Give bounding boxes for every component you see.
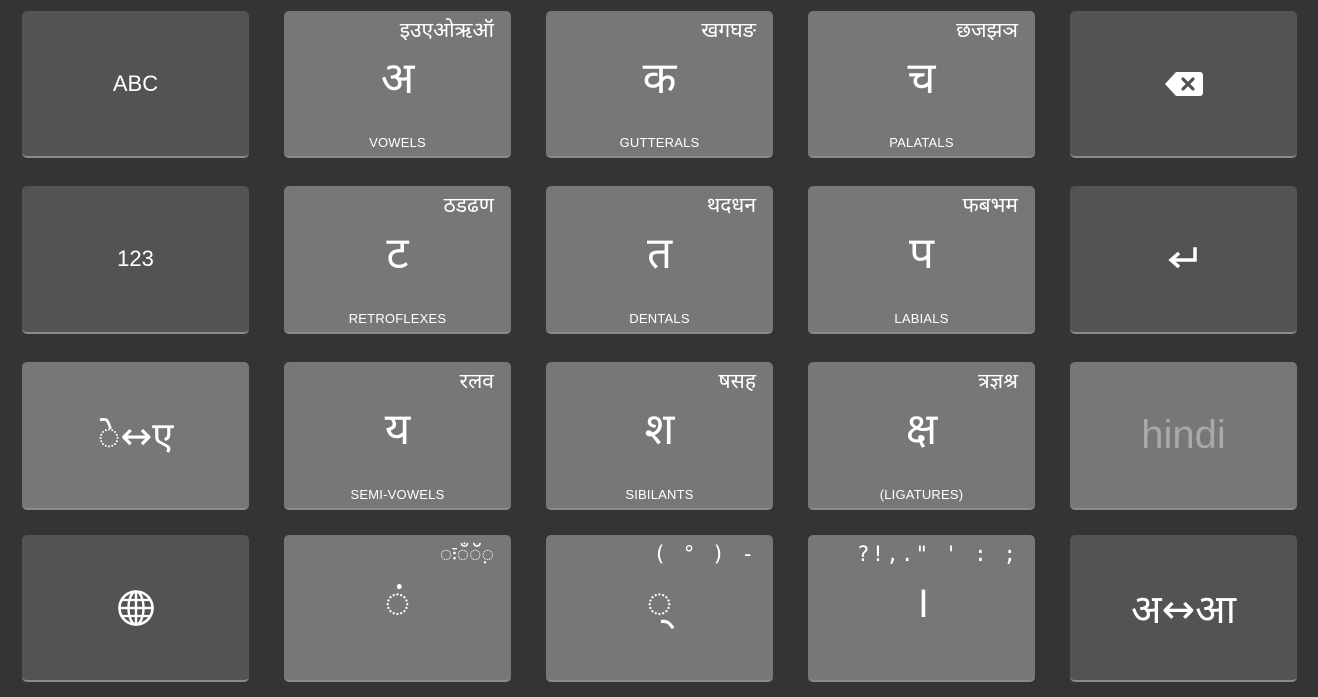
numbers-key[interactable]: 123	[22, 186, 249, 334]
labials-glyph: प	[909, 228, 934, 279]
dentals-key[interactable]: थदधन त DENTALS	[546, 186, 773, 334]
punctuation-virama-key[interactable]: ( ° ) - ◌्	[546, 535, 773, 682]
diacritics-hint: ◌ः◌ँ◌ॅ◌़	[439, 542, 494, 566]
matra-swap-label: ◌े↔ए	[97, 414, 174, 458]
danda-key[interactable]: ?!,." ' : ; ।	[808, 535, 1035, 682]
backspace-icon	[1164, 70, 1204, 98]
enter-icon	[1167, 246, 1201, 272]
sibilants-hint: षसह	[718, 369, 757, 393]
dentals-glyph: त	[646, 228, 673, 279]
abc-label: ABC	[112, 70, 159, 96]
vowels-hint: इउएओऋऑ	[399, 18, 494, 42]
palatals-caption: PALATALS	[889, 135, 954, 150]
vowel-swap-key[interactable]: अ↔आ	[1070, 535, 1297, 682]
gutterals-key[interactable]: खगघङ क GUTTERALS	[546, 11, 773, 158]
language-key[interactable]: hindi	[1070, 362, 1297, 510]
ligatures-glyph: क्ष	[905, 404, 938, 455]
semivowels-caption: SEMI-VOWELS	[350, 487, 445, 502]
vowels-glyph: अ	[380, 53, 415, 104]
numbers-label: 123	[117, 246, 154, 271]
dentals-caption: DENTALS	[629, 311, 690, 326]
palatals-glyph: च	[907, 53, 936, 104]
globe-icon	[117, 589, 155, 627]
enter-key[interactable]	[1070, 186, 1297, 334]
abc-key[interactable]: ABC	[22, 11, 249, 158]
ligatures-caption: (LIGATURES)	[879, 487, 964, 502]
retroflexes-caption: RETROFLEXES	[348, 311, 447, 326]
semivowels-hint: रलव	[459, 369, 494, 393]
globe-key[interactable]	[22, 535, 249, 682]
retroflexes-hint: ठडढण	[443, 193, 494, 217]
matra-swap-key[interactable]: ◌े↔ए	[22, 362, 249, 510]
dentals-hint: थदधन	[706, 193, 756, 217]
semivowels-key[interactable]: रलव य SEMI-VOWELS	[284, 362, 511, 510]
sibilants-glyph: श	[644, 404, 675, 455]
diacritics-key[interactable]: ◌ः◌ँ◌ॅ◌़ ◌ं	[284, 535, 511, 682]
retroflexes-key[interactable]: ठडढण ट RETROFLEXES	[284, 186, 511, 334]
gutterals-hint: खगघङ	[701, 18, 756, 42]
labials-caption: LABIALS	[894, 311, 949, 326]
danda-glyph: ।	[913, 577, 930, 628]
sibilants-caption: SIBILANTS	[625, 487, 694, 502]
ligatures-key[interactable]: त्रज्ञश्र क्ष (LIGATURES)	[808, 362, 1035, 510]
labials-key[interactable]: फबभम प LABIALS	[808, 186, 1035, 334]
virama-glyph: ◌्	[646, 577, 673, 628]
language-label: hindi	[1141, 412, 1226, 457]
hindi-keyboard: ABC इउएओऋऑ अ VOWELS खगघङ क GUTTERALS छजझ…	[0, 0, 1318, 697]
punctuation-virama-hint: ( ° ) -	[653, 542, 756, 566]
semivowels-glyph: य	[384, 404, 411, 455]
backspace-key[interactable]	[1070, 11, 1297, 158]
retroflexes-glyph: ट	[386, 228, 409, 279]
sibilants-key[interactable]: षसह श SIBILANTS	[546, 362, 773, 510]
vowels-caption: VOWELS	[369, 135, 426, 150]
diacritics-glyph: ◌ं	[384, 577, 411, 628]
palatals-key[interactable]: छजझञ च PALATALS	[808, 11, 1035, 158]
gutterals-glyph: क	[642, 53, 677, 104]
ligatures-hint: त्रज्ञश्र	[978, 369, 1018, 393]
vowels-key[interactable]: इउएओऋऑ अ VOWELS	[284, 11, 511, 158]
danda-hint: ?!,." ' : ;	[856, 542, 1018, 566]
labials-hint: फबभम	[962, 193, 1018, 217]
palatals-hint: छजझञ	[956, 18, 1018, 42]
vowel-swap-label: अ↔आ	[1131, 587, 1236, 633]
gutterals-caption: GUTTERALS	[619, 135, 700, 150]
